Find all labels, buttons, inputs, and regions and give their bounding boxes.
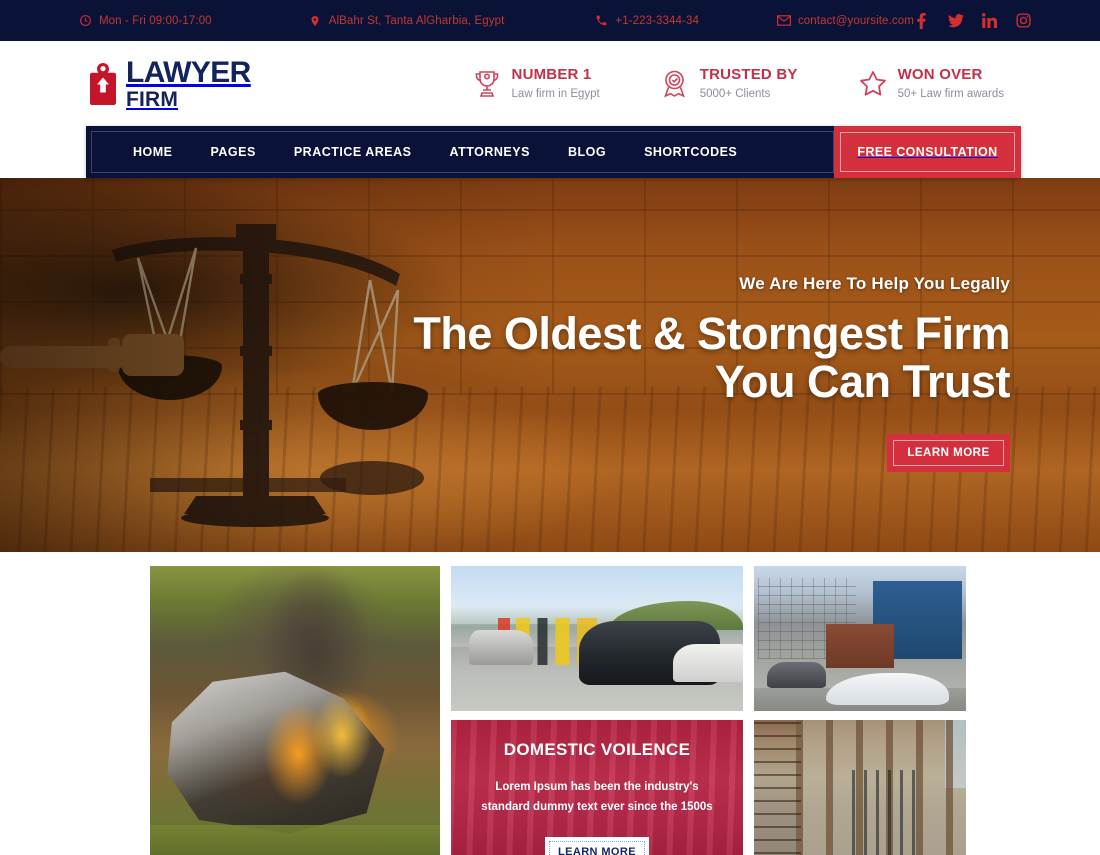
domestic-violence-text: Lorem Ipsum has been the industry's stan…	[481, 777, 712, 817]
hero-title: The Oldest & Storngest Firm You Can Trus…	[390, 310, 1010, 405]
nav-item-pages[interactable]: PAGES	[192, 145, 275, 159]
hero-learn-more-button[interactable]: LEARN MORE	[887, 434, 1010, 473]
badge-title: WON OVER	[897, 65, 983, 83]
contact-phone-text: +1-223-3344-34	[615, 14, 699, 27]
nav-item-practice-areas[interactable]: PRACTICE AREAS	[275, 145, 431, 159]
nav-item-home[interactable]: HOME	[114, 145, 192, 159]
gallery-grid: DOMESTIC VOILENCE Lorem Ipsum has been t…	[150, 566, 972, 855]
lawyer-figure-icon	[88, 62, 118, 106]
hero-content: We Are Here To Help You Legally The Olde…	[390, 274, 1011, 473]
hero-learn-more-label: LEARN MORE	[893, 440, 1004, 467]
star-icon	[858, 69, 888, 99]
brick-storefront	[826, 624, 894, 668]
domestic-violence-title: DOMESTIC VOILENCE	[503, 740, 691, 759]
badge-subtitle: Law firm in Egypt	[511, 87, 600, 100]
location-pin-icon	[308, 14, 322, 28]
hero-title-line-1: The Oldest & Storngest Firm	[413, 308, 1010, 359]
badge-subtitle: 5000+ Clients	[699, 87, 771, 100]
domestic-violence-learn-more-label: LEARN MORE	[549, 841, 645, 855]
site-logo[interactable]: LAWYER FIRM	[88, 55, 251, 111]
snow-pile	[826, 673, 950, 706]
facebook-icon[interactable]	[914, 12, 930, 29]
boarded-doorway	[851, 769, 916, 855]
gallery-item-city-street-snow[interactable]	[754, 566, 966, 711]
domestic-violence-learn-more-button[interactable]: LEARN MORE	[545, 837, 649, 855]
top-bar-inner: Mon - Fri 09:00-17:00 AlBahr St, Tanta A…	[0, 12, 1100, 29]
parked-car	[766, 661, 827, 688]
gallery-item-old-boarded-wall[interactable]	[754, 720, 966, 855]
badge-trusted-by: TRUSTED BY 5000+ Clients	[660, 66, 798, 101]
logo-line-2: FIRM	[126, 87, 179, 111]
gallery-section: DOMESTIC VOILENCE Lorem Ipsum has been t…	[0, 552, 1100, 855]
flames	[260, 674, 388, 807]
nav-wrapper: HOME PAGES PRACTICE AREAS ATTORNEYS BLOG…	[0, 126, 1100, 178]
logo-line-1: LAWYER	[126, 55, 251, 89]
clock-icon	[78, 14, 92, 28]
badge-number-one: NUMBER 1 Law firm in Egypt	[472, 66, 600, 101]
hero-banner: We Are Here To Help You Legally The Olde…	[0, 178, 1100, 552]
free-consultation-button[interactable]: FREE CONSULTATION	[834, 126, 1021, 178]
badge-won-over-text: WON OVER 50+ Law firm awards	[898, 66, 1004, 101]
hero-title-line-2: You Can Trust	[714, 355, 1011, 407]
top-bar: Mon - Fri 09:00-17:00 AlBahr St, Tanta A…	[0, 0, 1100, 41]
domestic-violence-card[interactable]: DOMESTIC VOILENCE Lorem Ipsum has been t…	[451, 720, 743, 855]
badge-title: NUMBER 1	[511, 65, 592, 83]
main-navigation: HOME PAGES PRACTICE AREAS ATTORNEYS BLOG…	[86, 126, 1021, 178]
nav-item-attorneys[interactable]: ATTORNEYS	[431, 145, 549, 159]
damaged-car-secondary	[468, 629, 533, 665]
gallery-item-burning-car[interactable]	[150, 566, 440, 855]
instagram-icon[interactable]	[1016, 13, 1032, 29]
social-links	[914, 12, 1032, 29]
badge-number-one-text: NUMBER 1 Law firm in Egypt	[512, 66, 600, 101]
header-badges: NUMBER 1 Law firm in Egypt TRUSTED BY 50…	[472, 66, 1012, 101]
brick-pillar	[754, 720, 801, 855]
office-address-text: AlBahr St, Tanta AlGharbia, Egypt	[328, 14, 505, 27]
contact-email-text: contact@yoursite.com	[797, 14, 914, 27]
badge-subtitle: 50+ Law firm awards	[897, 87, 1004, 100]
domestic-violence-text-line-1: Lorem Ipsum has been the industry's	[495, 781, 699, 793]
medal-icon	[660, 69, 690, 99]
domestic-violence-text-line-2: standard dummy text ever since the 1500s	[481, 801, 713, 814]
site-header: LAWYER FIRM NUMBER 1 Law firm in Egypt T…	[0, 41, 1100, 126]
office-hours-text: Mon - Fri 09:00-17:00	[99, 14, 212, 27]
roadside-grass	[150, 824, 440, 855]
hero-kicker: We Are Here To Help You Legally	[739, 274, 1010, 293]
badge-title: TRUSTED BY	[699, 65, 798, 83]
free-consultation-label: FREE CONSULTATION	[840, 132, 1015, 172]
office-hours: Mon - Fri 09:00-17:00	[78, 14, 212, 28]
nav-item-shortcodes[interactable]: SHORTCODES	[625, 145, 756, 159]
envelope-icon	[776, 14, 791, 28]
twitter-icon[interactable]	[947, 13, 964, 29]
logo-wordmark: LAWYER FIRM	[126, 55, 251, 111]
contact-email[interactable]: contact@yoursite.com	[776, 14, 914, 28]
white-car	[672, 644, 743, 682]
gallery-item-car-crash-rescue[interactable]	[451, 566, 743, 711]
badge-won-over: WON OVER 50+ Law firm awards	[858, 66, 1004, 101]
linkedin-icon[interactable]	[982, 13, 998, 29]
nav-item-blog[interactable]: BLOG	[549, 145, 625, 159]
contact-phone[interactable]: +1-223-3344-34	[594, 14, 699, 28]
trophy-icon	[472, 69, 502, 99]
badge-trusted-by-text: TRUSTED BY 5000+ Clients	[700, 66, 798, 101]
phone-icon	[594, 14, 608, 28]
office-address: AlBahr St, Tanta AlGharbia, Egypt	[308, 14, 505, 28]
nav-links: HOME PAGES PRACTICE AREAS ATTORNEYS BLOG…	[91, 131, 834, 173]
